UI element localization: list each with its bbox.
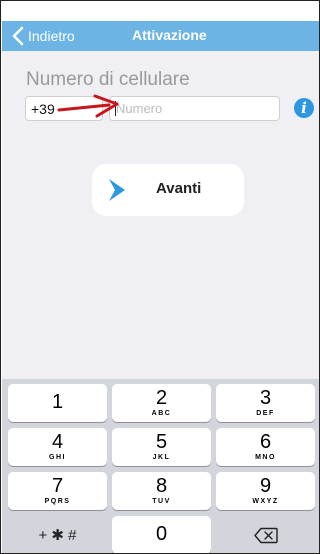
key-9[interactable]: 9 WXYZ	[216, 472, 315, 510]
activation-form: Numero di cellulare +39 i Avanti	[2, 51, 319, 379]
page-title: Attivazione	[132, 27, 207, 43]
key-symbols[interactable]: + ✱ #	[8, 516, 107, 553]
chevron-right-icon	[109, 179, 125, 201]
phone-number-label: Numero di cellulare	[26, 69, 190, 90]
annotation-arrow-icon	[57, 94, 119, 118]
key-1[interactable]: 1	[8, 384, 107, 422]
backspace-icon	[254, 527, 278, 544]
navigation-bar: Indietro Attivazione	[2, 21, 319, 51]
back-button[interactable]: Indietro	[10, 26, 75, 46]
back-label: Indietro	[28, 28, 75, 44]
phone-number-input[interactable]	[109, 96, 280, 121]
symbols-label: + ✱ #	[38, 527, 77, 544]
next-button-label: Avanti	[156, 180, 202, 197]
key-0[interactable]: 0	[112, 516, 211, 553]
info-icon[interactable]: i	[294, 98, 314, 118]
key-8[interactable]: 8 TUV	[112, 472, 211, 510]
chevron-left-icon	[12, 26, 24, 46]
delete-key[interactable]	[216, 516, 315, 553]
app-screen: Indietro Attivazione Numero di cellulare…	[0, 0, 320, 554]
numeric-keypad: 1 2 ABC 3 DEF 4 GHI 5 JKL 6 MNO 7 PQRS 8…	[2, 379, 319, 553]
next-button[interactable]: Avanti	[92, 164, 244, 216]
key-2[interactable]: 2 ABC	[112, 384, 211, 422]
key-7[interactable]: 7 PQRS	[8, 472, 107, 510]
key-3[interactable]: 3 DEF	[216, 384, 315, 422]
key-5[interactable]: 5 JKL	[112, 428, 211, 466]
key-6[interactable]: 6 MNO	[216, 428, 315, 466]
key-4[interactable]: 4 GHI	[8, 428, 107, 466]
